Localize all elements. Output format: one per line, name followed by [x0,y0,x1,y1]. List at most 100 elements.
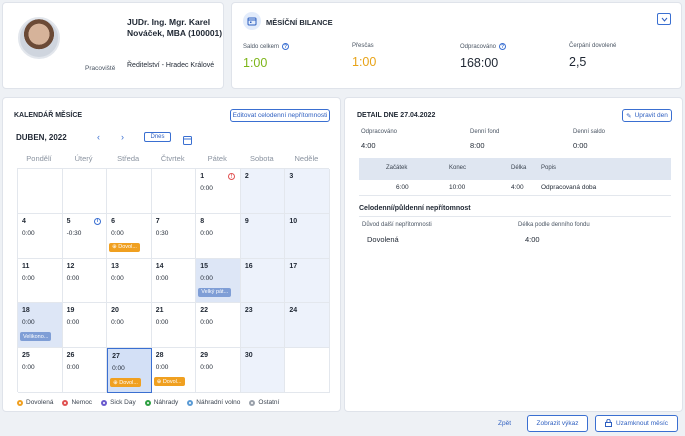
show-report-button[interactable]: Zobrazit výkaz [527,415,588,432]
day-number: 12 [66,262,75,270]
calendar-day-cell [62,169,108,214]
calendar-day-cell[interactable]: 29 0:00 [196,348,241,393]
stat-label: Saldo celkem? [243,43,290,50]
calendar-day-cell[interactable]: 17 [285,258,330,304]
stat: Saldo celkem? 1:00 [243,43,290,70]
absence-tag[interactable]: Velký pát... [198,287,232,297]
calendar-picker-icon[interactable] [183,132,192,150]
calendar-day-cell[interactable]: 13 0:00 [107,258,152,304]
day-balance: 0:00 [22,364,35,372]
calendar-day-cell[interactable]: 2 [240,169,286,214]
day-number: 15 [200,262,209,270]
edit-day-button[interactable]: ✎ Upravit den [622,109,672,122]
day-number: 29 [200,352,209,360]
warning-icon[interactable]: ! [227,173,235,180]
calendar-month: DUBEN, 2022 [16,133,67,142]
time-table-header: Začátek Konec Délka Popis [359,158,671,180]
day-balance: -0:30 [66,229,82,237]
absence-reason-label: Důvod další nepřítomnosti [362,222,432,228]
next-month-icon[interactable]: › [121,132,124,142]
calendar-day-cell[interactable]: 10 [285,213,330,259]
calendar-day-cell[interactable]: 11 0:00 [18,258,63,304]
chevron-down-icon[interactable] [657,13,671,25]
weekday-header: Úterý [74,154,93,163]
summary-label: Denní fond [470,129,500,135]
day-balance: 0:00 [111,274,124,282]
stat-label: Odpracováno? [460,43,507,50]
calendar-day-cell[interactable]: 26 0:00 [62,348,108,393]
today-button[interactable]: Dnes [144,132,171,142]
info-icon[interactable]: ? [282,43,290,50]
calendar-day-cell[interactable]: 27 0:00 ⊕ Dovol... [107,348,152,393]
legend-item: Dovolená [17,399,53,406]
calendar-day-cell[interactable]: 14 0:00 [151,258,197,304]
calendar-day-cell[interactable]: 8 0:00 [196,213,241,259]
day-number: 28 [155,352,164,360]
absence-tag[interactable]: ⊕ Dovol... [110,378,141,388]
calendar-day-cell[interactable]: 19 0:00 [62,303,108,349]
day-balance: 0:00 [66,274,80,282]
prev-month-icon[interactable]: ‹ [97,132,100,142]
day-balance: 0:00 [111,229,124,237]
info-icon[interactable]: ? [499,43,507,50]
calendar-day-cell[interactable]: 20 0:00 [107,303,152,349]
stat-value: 1:00 [243,56,268,70]
day-balance: 0:00 [155,319,169,327]
day-number: 9 [244,217,249,225]
stat: Přesčas 1:00 [352,43,376,69]
day-balance: 0:00 [111,319,124,327]
calendar-day-cell[interactable]: 1 0:00! [196,169,241,214]
employee-name: JUDr. Ing. Mgr. Karel Nováček, MBA (1000… [127,17,223,38]
calendar-day-cell[interactable]: 9 [240,213,286,259]
calendar-day-cell[interactable]: 24 [285,303,330,349]
day-balance: 0:00 [200,364,213,372]
absence-length-value: 4:00 [525,235,540,244]
absence-tag[interactable]: ⊕ Dovol... [153,377,185,387]
calendar-day-cell[interactable]: 12 0:00 [62,258,108,304]
day-number: 17 [289,262,298,270]
day-number: 7 [155,217,160,225]
weekday-header: Pondělí [26,154,52,163]
stat-value: 2,5 [569,55,587,69]
calendar-day-cell[interactable]: 16 [240,258,286,304]
calendar-day-cell[interactable]: 18 0:00 Velikono... [18,303,63,349]
edit-absences-button[interactable]: Editovat celodenní nepřítomnosti [230,109,330,122]
table-row[interactable]: 6:00 10:00 4:00 Odpracovaná doba [359,180,671,196]
calendar-day-cell[interactable]: 22 0:00 [196,303,241,349]
legend-dot-icon [249,399,256,406]
day-balance: 0:00 [22,229,35,237]
info-icon[interactable]: i [94,217,102,225]
calendar-day-cell[interactable]: 6 0:00 ⊕ Dovol... [107,213,152,259]
stat-label-text: Čerpání dovolené [569,43,617,49]
calendar-day-cell[interactable]: 3 [285,169,330,214]
workplace-label: Pracoviště [85,65,116,72]
calendar-icon [243,12,261,30]
table-cell: 4:00 [511,184,524,191]
stat: Odpracováno? 168:00 [460,43,507,70]
calendar-day-cell[interactable]: 5 -0:30 i [62,213,108,259]
calendar-day-cell[interactable]: 23 [240,303,286,349]
lock-month-button[interactable]: Uzamknout měsíc [595,415,678,432]
legend-dot-icon [144,399,151,406]
day-number: 14 [155,262,164,270]
day-number: 6 [111,217,116,225]
calendar-day-cell[interactable]: 7 0:30 [151,213,197,259]
absence-length-label: Délka podle denního fondu [518,222,590,228]
legend-item: Ostatní [249,399,279,406]
day-number: 5 [66,217,71,225]
legend-label: Sick Day [110,399,136,406]
absence-tag[interactable]: Velikono... [20,332,52,342]
back-button[interactable]: Zpět [498,420,511,427]
calendar-day-cell[interactable]: 28 0:00 ⊕ Dovol... [151,348,197,393]
day-balance: 0:00 [155,364,169,372]
calendar-day-cell[interactable]: 21 0:00 [151,303,197,349]
calendar-day-cell[interactable]: 4 0:00 [18,213,63,259]
legend-dot-icon [62,399,69,406]
calendar-day-cell[interactable]: 30 [240,348,286,393]
calendar-day-cell[interactable]: 15 0:00 Velký pát... [196,258,241,304]
summary-label: Odpracováno [361,129,398,135]
day-balance: 0:00 [200,229,213,237]
absence-tag[interactable]: ⊕ Dovol... [109,242,140,252]
calendar-day-cell[interactable]: 25 0:00 [18,348,63,393]
day-balance: 0:30 [155,229,169,237]
